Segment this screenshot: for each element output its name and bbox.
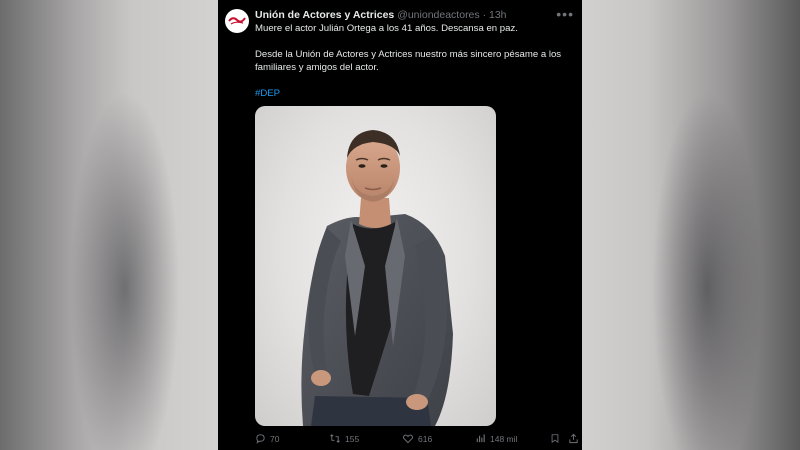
views-icon [476, 434, 485, 443]
tweet-header: Unión de Actores y Actrices @uniondeacto… [255, 9, 554, 21]
bookmark-icon [551, 434, 559, 444]
user-handle[interactable]: @uniondeactores [397, 9, 479, 21]
like-button[interactable]: 616 [402, 433, 432, 444]
reply-count: 70 [270, 433, 280, 444]
reply-icon [256, 434, 265, 444]
timestamp[interactable]: 13h [489, 9, 507, 21]
retweet-icon [330, 434, 340, 443]
hashtag-link[interactable]: #DEP [255, 87, 280, 100]
background-blur-left [0, 0, 218, 450]
tweet-text: Muere el actor Julián Ortega a los 41 añ… [255, 22, 572, 100]
reply-button[interactable]: 70 [255, 433, 279, 444]
share-icon [569, 433, 578, 444]
retweet-button[interactable]: 155 [329, 433, 359, 444]
tweet-actions: 70 155 616 148 mil [255, 433, 579, 447]
union-logo-icon [228, 17, 246, 25]
tweet-photo[interactable] [255, 106, 496, 426]
background-blur-right [582, 0, 800, 450]
more-dots-icon[interactable]: ••• [556, 6, 574, 22]
like-count: 616 [418, 433, 433, 444]
retweet-count: 155 [345, 433, 360, 444]
tweet-text-line-1: Muere el actor Julián Ortega a los 41 añ… [255, 23, 518, 34]
views-count: 148 mil [490, 433, 518, 444]
separator-dot: · [482, 9, 487, 21]
tweet-card[interactable]: Unión de Actores y Actrices @uniondeacto… [218, 0, 582, 450]
bookmark-button[interactable] [550, 433, 560, 444]
avatar[interactable] [225, 9, 249, 33]
display-name[interactable]: Unión de Actores y Actrices [255, 9, 394, 21]
tweet-text-line-2: Desde la Unión de Actores y Actrices nue… [255, 49, 562, 73]
portrait-image [301, 130, 453, 426]
views-button[interactable]: 148 mil [475, 433, 517, 444]
like-icon [403, 434, 413, 444]
share-button[interactable] [568, 433, 579, 444]
